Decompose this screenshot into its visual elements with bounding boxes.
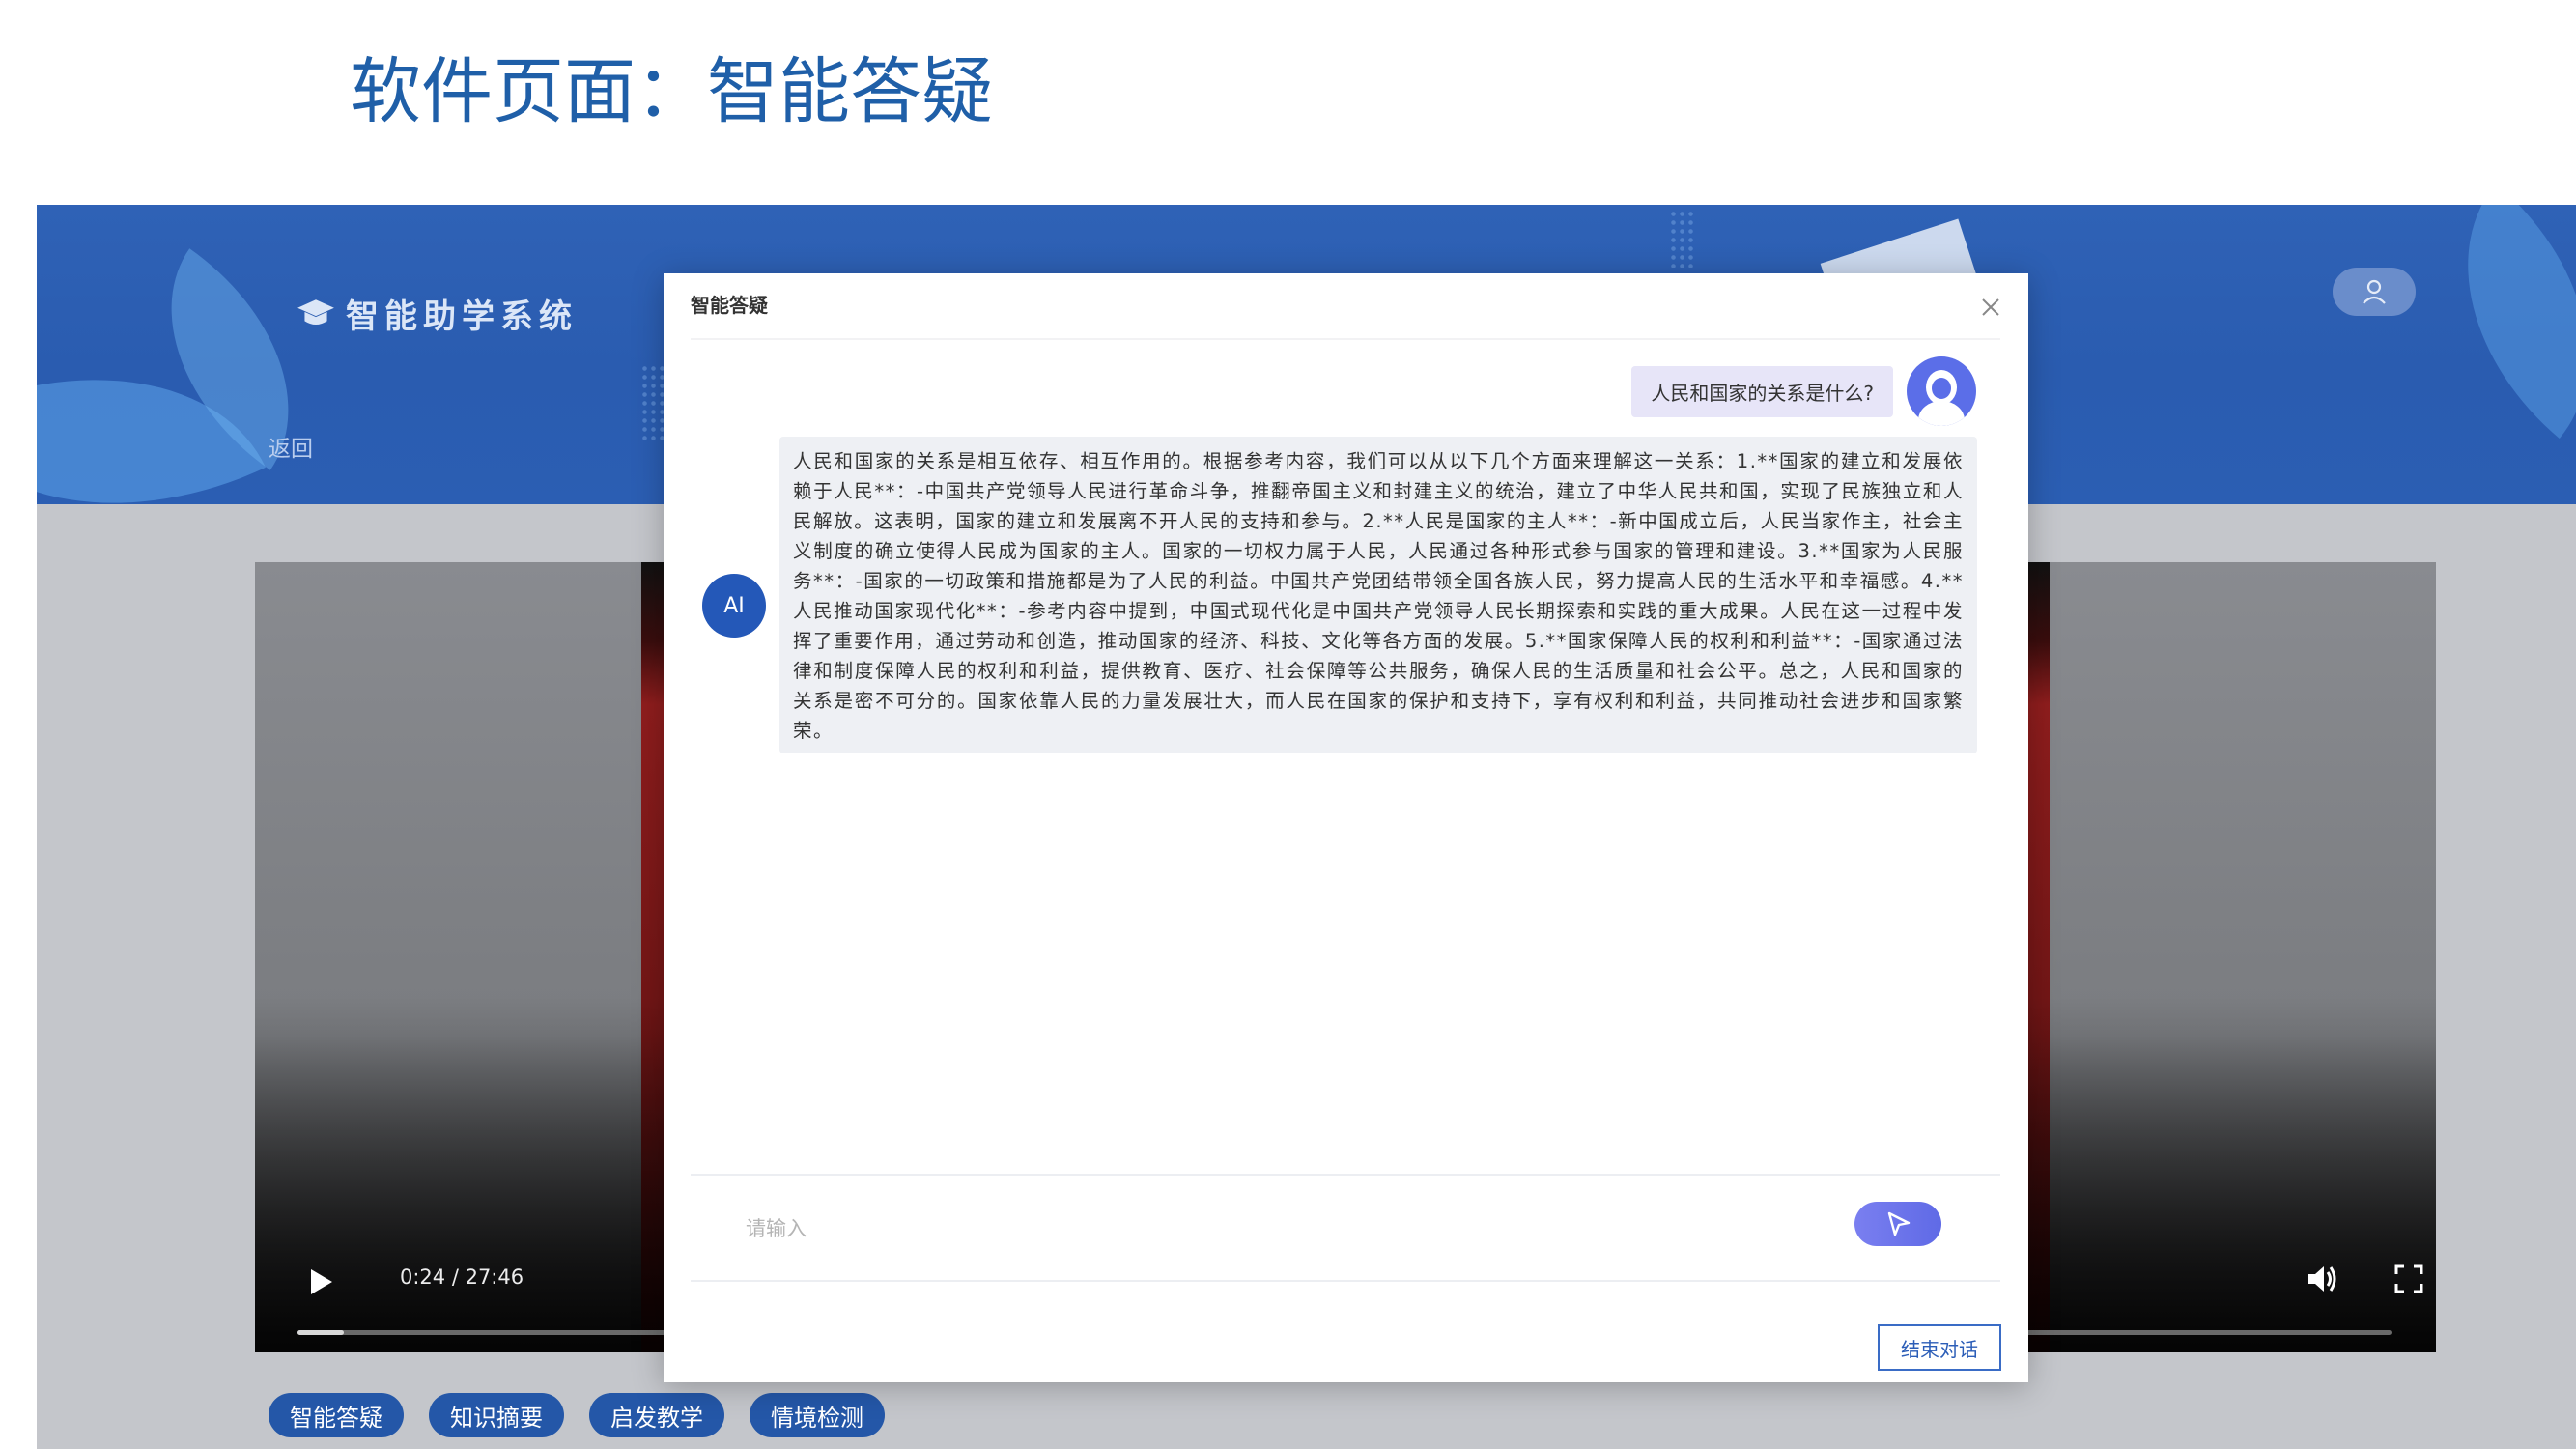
ai-message: AI 人民和国家的关系是相互依存、相互作用的。根据参考内容，我们可以从以下几个方… xyxy=(702,437,1977,753)
tab-heuristic-teaching[interactable]: 启发教学 xyxy=(589,1393,724,1437)
dialog-title: 智能答疑 xyxy=(691,294,768,317)
decor-dots xyxy=(640,364,665,441)
slide-title: 软件页面：智能答疑 xyxy=(350,50,993,133)
chat-input[interactable] xyxy=(744,1208,1810,1249)
tab-smart-qa[interactable]: 智能答疑 xyxy=(269,1393,404,1437)
chat-area[interactable]: 人民和国家的关系是什么? AI 人民和国家的关系是相互依存、相互作用的。根据参考… xyxy=(691,338,2000,1176)
volume-icon[interactable] xyxy=(2303,1260,2341,1298)
send-button[interactable] xyxy=(1854,1202,1941,1246)
user-menu-button[interactable] xyxy=(2333,268,2416,316)
user-icon xyxy=(2363,279,2386,304)
tab-scenario-test[interactable]: 情境检测 xyxy=(750,1393,885,1437)
video-time: 0:24 / 27:46 xyxy=(400,1265,524,1289)
tab-knowledge-summary[interactable]: 知识摘要 xyxy=(429,1393,564,1437)
ai-avatar: AI xyxy=(702,574,766,638)
feature-tabs: 智能答疑 知识摘要 启发教学 情境检测 xyxy=(269,1393,885,1437)
user-avatar xyxy=(1907,356,1976,426)
send-cursor-icon xyxy=(1887,1211,1911,1236)
brand-name: 智能助学系统 xyxy=(346,298,578,336)
qa-dialog: 智能答疑 人民和国家的关系是什么? AI 人民和国家的关系是相互依存、相互作用的… xyxy=(664,273,2028,1382)
end-conversation-button[interactable]: 结束对话 xyxy=(1878,1324,2001,1371)
fullscreen-icon[interactable] xyxy=(2393,1264,2424,1294)
user-message: 人民和国家的关系是什么? xyxy=(1631,356,1976,426)
decor-dots xyxy=(1669,210,1694,268)
close-icon[interactable] xyxy=(1980,297,2001,318)
back-link[interactable]: 返回 xyxy=(269,430,313,463)
video-progress-fill xyxy=(297,1330,344,1335)
decor-leaf xyxy=(2396,205,2576,439)
ai-message-bubble: 人民和国家的关系是相互依存、相互作用的。根据参考内容，我们可以从以下几个方面来理… xyxy=(779,437,1977,753)
graduation-cap-icon xyxy=(296,294,336,334)
brand: 智能助学系统 xyxy=(296,290,578,337)
play-icon[interactable] xyxy=(311,1269,332,1294)
chat-input-bar xyxy=(691,1174,2000,1282)
user-message-bubble: 人民和国家的关系是什么? xyxy=(1631,365,1893,417)
